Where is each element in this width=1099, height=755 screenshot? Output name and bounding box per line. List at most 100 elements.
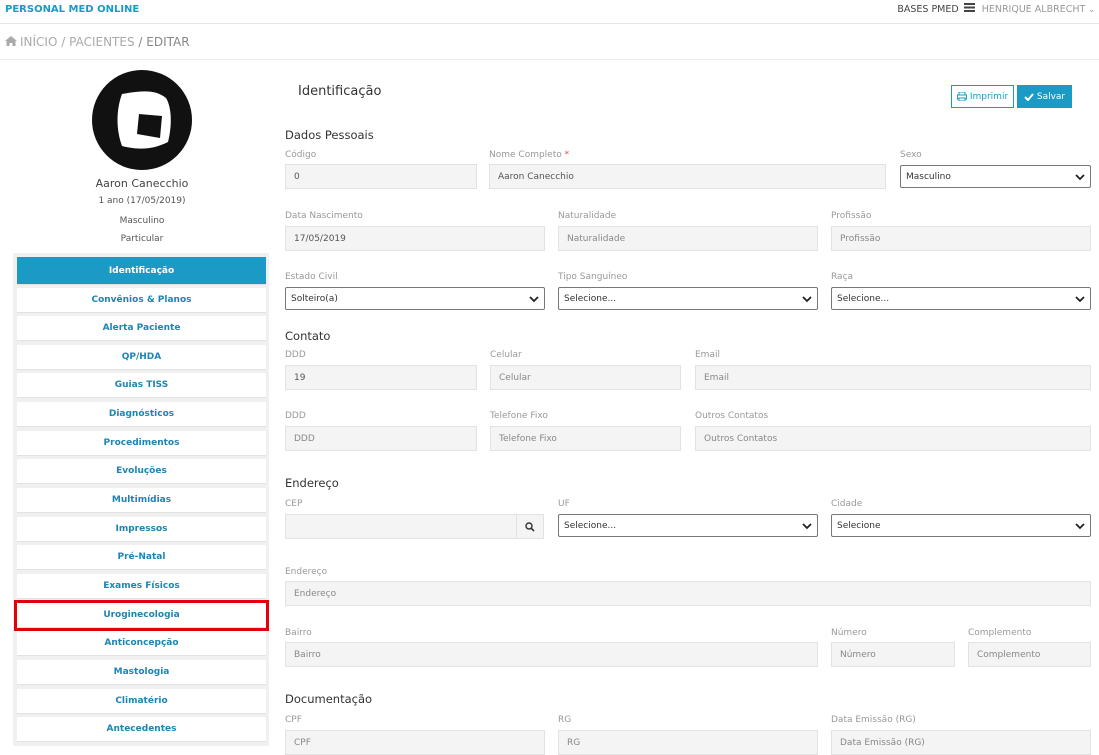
nav-item-multimidias[interactable]: Multimídias bbox=[17, 488, 266, 513]
nav-item-impressos[interactable]: Impressos bbox=[17, 517, 266, 542]
profissao-label: Profissão bbox=[831, 211, 872, 221]
codigo-field[interactable]: 0 bbox=[285, 164, 477, 189]
endereco-label: Endereço bbox=[285, 567, 328, 577]
uf-value: Selecione... bbox=[564, 520, 617, 531]
top-bar: PERSONAL MED ONLINE BASES PMED HENRIQUE … bbox=[0, 0, 1099, 24]
ddd-field[interactable]: 19 bbox=[285, 365, 477, 390]
email-label: Email bbox=[695, 350, 720, 360]
raca-value: Selecione... bbox=[837, 293, 890, 304]
emissao-label: Data Emissão (RG) bbox=[831, 715, 916, 725]
nav-item-convenios-planos[interactable]: Convênios & Planos bbox=[17, 288, 266, 313]
nascimento-field[interactable]: 17/05/2019 bbox=[285, 226, 545, 251]
patient-name: Aaron Canecchio bbox=[95, 177, 189, 190]
chevron-down-icon[interactable]: ⌄ bbox=[1088, 5, 1095, 14]
bases-label[interactable]: BASES PMED bbox=[897, 4, 958, 15]
nav-item-anticoncepcao[interactable]: Anticoncepção bbox=[17, 631, 266, 656]
cep-search-button[interactable] bbox=[516, 514, 544, 539]
patient-sex: Masculino bbox=[119, 216, 165, 226]
sexo-value: Masculino bbox=[906, 171, 951, 182]
breadcrumb-patients[interactable]: / PACIENTES bbox=[61, 35, 134, 49]
sexo-select[interactable]: Masculino bbox=[900, 165, 1091, 188]
nav-item-climaterio[interactable]: Climatério bbox=[17, 689, 266, 714]
avatar bbox=[92, 70, 192, 170]
nav-item-diagnosticos[interactable]: Diagnósticos bbox=[17, 402, 266, 427]
complemento-field[interactable]: Complemento bbox=[968, 642, 1091, 667]
top-right-menu: BASES PMED HENRIQUE ALBRECHT ⌄ bbox=[897, 3, 1095, 15]
naturalidade-field[interactable]: Naturalidade bbox=[558, 226, 818, 251]
menu-icon[interactable] bbox=[963, 3, 975, 15]
chevron-down-icon bbox=[1075, 296, 1085, 303]
complemento-label: Complemento bbox=[968, 628, 1032, 638]
bairro-field[interactable]: Bairro bbox=[285, 642, 818, 667]
outros-contatos-field[interactable]: Outros Contatos bbox=[695, 426, 1091, 451]
numero-field[interactable]: Número bbox=[831, 642, 955, 667]
numero-label: Número bbox=[831, 628, 867, 638]
nav-item-mastologia[interactable]: Mastologia bbox=[17, 660, 266, 685]
cidade-label: Cidade bbox=[831, 499, 863, 509]
nome-completo-field[interactable]: Aaron Canecchio bbox=[489, 164, 886, 189]
cep-label: CEP bbox=[285, 499, 303, 509]
nav-item-evolucoes[interactable]: Evoluções bbox=[17, 459, 266, 484]
section-personal-data: Dados Pessoais bbox=[285, 128, 374, 142]
nav-item-qp-hda[interactable]: QP/HDA bbox=[17, 345, 266, 370]
chevron-down-icon bbox=[529, 296, 539, 303]
email-field[interactable]: Email bbox=[695, 365, 1091, 390]
home-icon[interactable] bbox=[5, 35, 17, 49]
app-brand[interactable]: PERSONAL MED ONLINE bbox=[5, 4, 139, 15]
estado-civil-select[interactable]: Solteiro(a) bbox=[285, 287, 545, 310]
patient-nav-menu: Identificação Convênios & Planos Alerta Pa… bbox=[13, 253, 269, 746]
breadcrumb: INÍCIO / PACIENTES / EDITAR bbox=[5, 35, 190, 49]
uf-select[interactable]: Selecione... bbox=[558, 514, 818, 537]
telefone-field[interactable]: Telefone Fixo bbox=[490, 426, 681, 451]
logo-icon bbox=[117, 91, 171, 149]
nav-item-antecedentes[interactable]: Antecedentes bbox=[17, 717, 266, 742]
ddd-fixo-label: DDD bbox=[285, 411, 306, 421]
patient-age: 1 ano (17/05/2019) bbox=[98, 196, 186, 206]
tipo-sanguineo-select[interactable]: Selecione... bbox=[558, 287, 818, 310]
cpf-label: CPF bbox=[285, 715, 302, 725]
celular-field[interactable]: Celular bbox=[490, 365, 681, 390]
raca-select[interactable]: Selecione... bbox=[831, 287, 1091, 310]
tipo-sanguineo-value: Selecione... bbox=[564, 293, 617, 304]
nav-item-guias-tiss[interactable]: Guias TISS bbox=[17, 373, 266, 398]
cidade-select[interactable]: Selecione bbox=[831, 514, 1091, 537]
nav-item-exames-fisicos[interactable]: Exames Físicos bbox=[17, 574, 266, 599]
user-name[interactable]: HENRIQUE ALBRECHT bbox=[982, 4, 1086, 15]
chevron-down-icon bbox=[1075, 174, 1085, 181]
nav-item-uroginecologia[interactable]: Uroginecologia bbox=[14, 600, 269, 631]
section-documents: Documentação bbox=[285, 692, 373, 706]
endereco-field[interactable]: Endereço bbox=[285, 581, 1091, 606]
printer-icon bbox=[956, 92, 967, 101]
emissao-field[interactable]: Data Emissão (RG) bbox=[831, 730, 1091, 755]
nav-item-pre-natal[interactable]: Pré-Natal bbox=[17, 545, 266, 570]
raca-label: Raça bbox=[831, 272, 854, 282]
page-title: Identificação bbox=[298, 84, 382, 99]
print-button[interactable]: Imprimir bbox=[951, 85, 1014, 108]
celular-label: Celular bbox=[490, 350, 522, 360]
patient-plan: Particular bbox=[120, 234, 164, 244]
required-marker: * bbox=[564, 150, 570, 160]
cep-field[interactable] bbox=[285, 514, 517, 539]
telefone-label: Telefone Fixo bbox=[490, 411, 548, 421]
nav-item-identificacao[interactable]: Identificação bbox=[17, 257, 266, 285]
save-button[interactable]: Salvar bbox=[1017, 85, 1072, 108]
breadcrumb-home[interactable]: INÍCIO bbox=[20, 35, 57, 49]
search-icon bbox=[525, 521, 535, 532]
rg-field[interactable]: RG bbox=[558, 730, 818, 755]
main-content: Identificação Imprimir Salvar Dados Pess… bbox=[276, 60, 1099, 755]
print-label: Imprimir bbox=[969, 91, 1009, 102]
chevron-down-icon bbox=[802, 523, 812, 530]
profissao-field[interactable]: Profissão bbox=[831, 226, 1091, 251]
ddd-fixo-field[interactable]: DDD bbox=[285, 426, 477, 451]
chevron-down-icon bbox=[1075, 523, 1085, 530]
estado-civil-label: Estado Civil bbox=[285, 272, 338, 282]
nav-item-procedimentos[interactable]: Procedimentos bbox=[17, 431, 266, 456]
nome-label: Nome Completo * bbox=[489, 150, 569, 160]
nav-item-alerta-paciente[interactable]: Alerta Paciente bbox=[17, 316, 266, 341]
ddd-label: DDD bbox=[285, 350, 306, 360]
nascimento-label: Data Nascimento bbox=[285, 211, 363, 221]
sexo-label: Sexo bbox=[900, 150, 922, 160]
cidade-value: Selecione bbox=[837, 520, 881, 531]
cpf-field[interactable]: CPF bbox=[285, 730, 545, 755]
patient-sidebar: Aaron Canecchio 1 ano (17/05/2019) Mascu… bbox=[0, 60, 276, 746]
